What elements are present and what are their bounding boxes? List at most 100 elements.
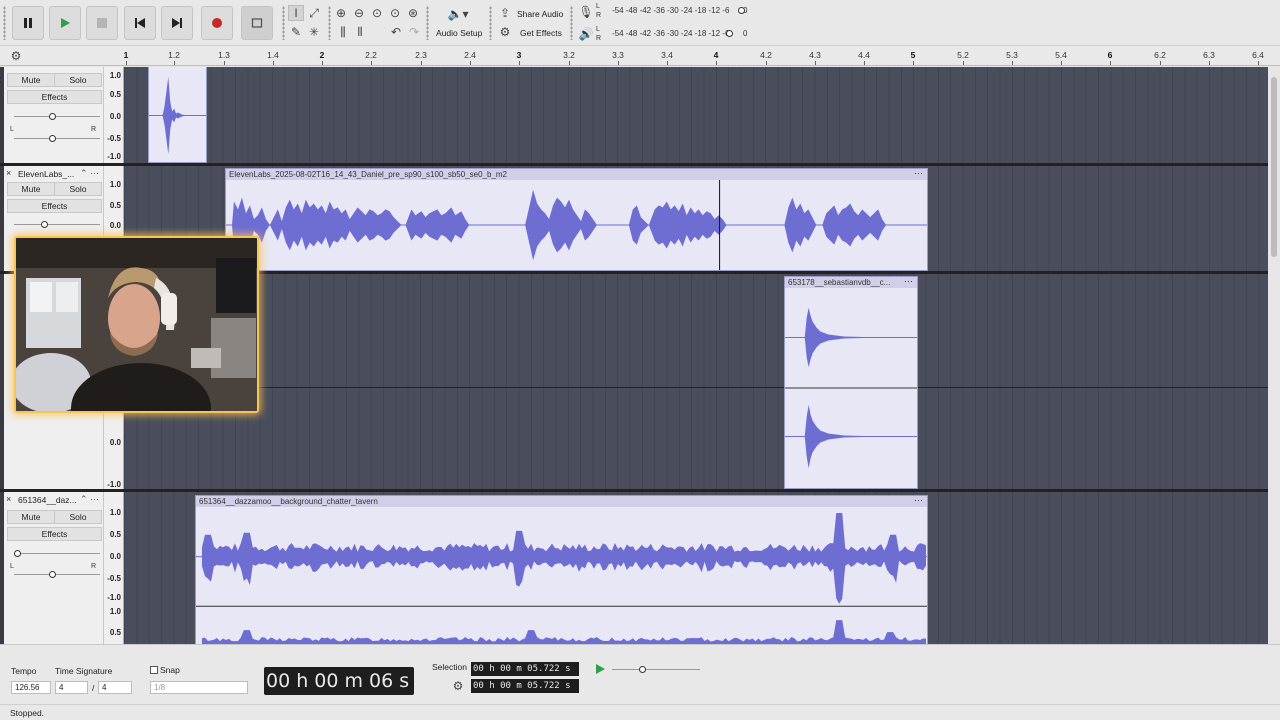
speaker-icon[interactable]: 🔈▾ <box>446 6 470 22</box>
envelope-tool-icon[interactable]: ⤢ <box>306 5 322 21</box>
undo-icon[interactable]: ↶ <box>388 24 404 40</box>
redo-icon[interactable]: ↷ <box>406 24 422 40</box>
time-signature-denominator[interactable]: 4 <box>98 681 132 694</box>
share-audio-icon[interactable]: ⇪ <box>497 5 513 21</box>
ruler-tick <box>1012 61 1013 65</box>
snap-select[interactable]: 1/8 <box>150 681 248 694</box>
gain-knob[interactable] <box>49 113 56 120</box>
skip-to-end-button[interactable] <box>161 6 193 40</box>
skip-to-start-button[interactable] <box>124 6 156 40</box>
record-button[interactable] <box>201 6 233 40</box>
ruler-tick <box>815 61 816 65</box>
track-menu-icon[interactable]: ⌃ ⋯ <box>80 168 99 179</box>
solo-button[interactable]: Solo <box>54 73 102 87</box>
mute-button[interactable]: Mute <box>7 182 55 196</box>
track-menu-icon[interactable]: ⌃ ⋯ <box>80 494 99 505</box>
play-speed-knob[interactable] <box>639 666 646 673</box>
selection-settings-icon[interactable]: ⚙ <box>450 678 466 694</box>
gain-knob[interactable] <box>14 550 21 557</box>
ruler-tick <box>1209 61 1210 65</box>
toolbar-grip[interactable] <box>570 6 573 40</box>
track-3-lane[interactable] <box>124 274 1268 489</box>
playback-speaker-icon[interactable]: 🔊 <box>578 26 594 42</box>
pan-slider[interactable] <box>14 574 100 575</box>
toolbar-grip[interactable] <box>426 6 429 40</box>
track-name[interactable]: 651364__daz... <box>18 495 77 505</box>
ruler-tick <box>913 61 914 65</box>
close-track-icon[interactable]: × <box>6 168 11 178</box>
clip-title[interactable]: 651364__dazzamoo__background_chatter_tav… <box>196 496 927 507</box>
mute-button[interactable]: Mute <box>7 73 55 87</box>
stop-button[interactable] <box>86 6 118 40</box>
mute-button[interactable]: Mute <box>7 510 55 524</box>
timeline-settings-icon[interactable]: ⚙ <box>8 48 24 64</box>
track-name[interactable]: ElevenLabs_... <box>18 169 74 179</box>
audio-setup-label[interactable]: Audio Setup <box>436 28 482 38</box>
zoom-in-icon[interactable]: ⊕ <box>333 5 349 21</box>
audio-clip-sebastianvdb[interactable]: 653178__sebastianvdb__c... ⋯ <box>784 276 918 489</box>
vertical-scrollbar[interactable] <box>1268 67 1280 644</box>
time-signature-numerator[interactable]: 4 <box>55 681 88 694</box>
pan-knob[interactable] <box>49 571 56 578</box>
ruler-tick-label: 3 <box>516 50 522 60</box>
fit-project-icon[interactable]: ⊙ <box>387 5 403 21</box>
scrollbar-thumb[interactable] <box>1271 77 1277 257</box>
gain-slider[interactable] <box>14 224 100 225</box>
gain-slider[interactable] <box>14 116 100 117</box>
gain-slider[interactable] <box>14 553 100 554</box>
selection-end[interactable]: 00 h 00 m 05.722 s <box>471 679 579 693</box>
audio-clip[interactable] <box>148 67 207 163</box>
selection-start[interactable]: 00 h 00 m 05.722 s <box>471 662 579 676</box>
time-display[interactable]: 00 h 00 m 06 s <box>264 667 414 695</box>
ruler-tick-label: 4 <box>713 50 719 60</box>
play-at-speed-icon[interactable] <box>592 661 608 677</box>
pan-knob[interactable] <box>49 135 56 142</box>
microphone-icon[interactable]: 🎙 <box>578 4 594 20</box>
clip-menu-icon[interactable]: ⋯ <box>914 168 923 179</box>
loop-button[interactable] <box>241 6 273 40</box>
pause-button[interactable] <box>12 6 44 40</box>
playback-meter-scale[interactable]: -54 -48 -42 -36 -30 -24 -18 -12 -6 <box>612 29 729 38</box>
clip-waveform <box>149 67 206 162</box>
effects-button[interactable]: Effects <box>7 199 102 213</box>
zoom-out-icon[interactable]: ⊖ <box>351 5 367 21</box>
play-speed-slider[interactable] <box>612 669 700 670</box>
audio-clip-elevenlabs[interactable]: ElevenLabs_2025-08-02T16_14_43_Daniel_pr… <box>225 168 928 271</box>
pan-slider[interactable] <box>14 138 100 139</box>
playback-level-knob[interactable] <box>726 30 733 37</box>
multi-tool-icon[interactable]: ✳ <box>306 24 322 40</box>
trim-icon[interactable]: ⫼ <box>335 24 351 40</box>
effects-button[interactable]: Effects <box>7 90 102 104</box>
track-1-lane[interactable] <box>124 67 1268 163</box>
clip-menu-icon[interactable]: ⋯ <box>904 276 913 287</box>
solo-button[interactable]: Solo <box>54 510 102 524</box>
share-audio-label[interactable]: Share Audio <box>517 9 563 19</box>
silence-icon[interactable]: ⫴ <box>352 24 368 40</box>
fit-selection-icon[interactable]: ⊙ <box>369 5 385 21</box>
draw-tool-icon[interactable]: ✎ <box>288 24 304 40</box>
waveform <box>785 307 917 469</box>
gain-knob[interactable] <box>41 221 48 228</box>
clip-title[interactable]: ElevenLabs_2025-08-02T16_14_43_Daniel_pr… <box>226 169 927 180</box>
clip-title[interactable]: 653178__sebastianvdb__c... <box>785 277 917 288</box>
close-track-icon[interactable]: × <box>6 494 11 504</box>
audio-clip-tavern[interactable]: 651364__dazzamoo__background_chatter_tav… <box>195 495 928 644</box>
tempo-label: Tempo <box>11 666 37 676</box>
selection-tool-icon[interactable]: I <box>288 5 304 21</box>
tempo-input[interactable]: 126.56 <box>11 681 51 694</box>
effects-button[interactable]: Effects <box>7 527 102 541</box>
timeline-ruler[interactable]: ⚙ 1 1.2 1.3 1.4 2 2.2 2.3 2.4 3 3.2 3.3 3.4 4 4.2 4.3 4… <box>0 46 1280 66</box>
zoom-toggle-icon[interactable]: ⊛ <box>405 5 421 21</box>
record-level-knob[interactable] <box>738 7 745 14</box>
toolbar-grip[interactable] <box>328 6 331 40</box>
get-effects-label[interactable]: Get Effects <box>520 28 562 38</box>
play-button[interactable] <box>49 6 81 40</box>
get-effects-icon[interactable]: ⚙ <box>497 24 513 40</box>
record-meter-scale[interactable]: -54 -48 -42 -36 -30 -24 -18 -12 -6 <box>612 6 729 15</box>
clip-menu-icon[interactable]: ⋯ <box>914 495 923 506</box>
toolbar-grip[interactable] <box>3 6 6 40</box>
solo-button[interactable]: Solo <box>54 182 102 196</box>
toolbar-grip[interactable] <box>282 6 285 40</box>
snap-checkbox[interactable] <box>150 666 158 674</box>
toolbar-grip[interactable] <box>489 6 492 40</box>
